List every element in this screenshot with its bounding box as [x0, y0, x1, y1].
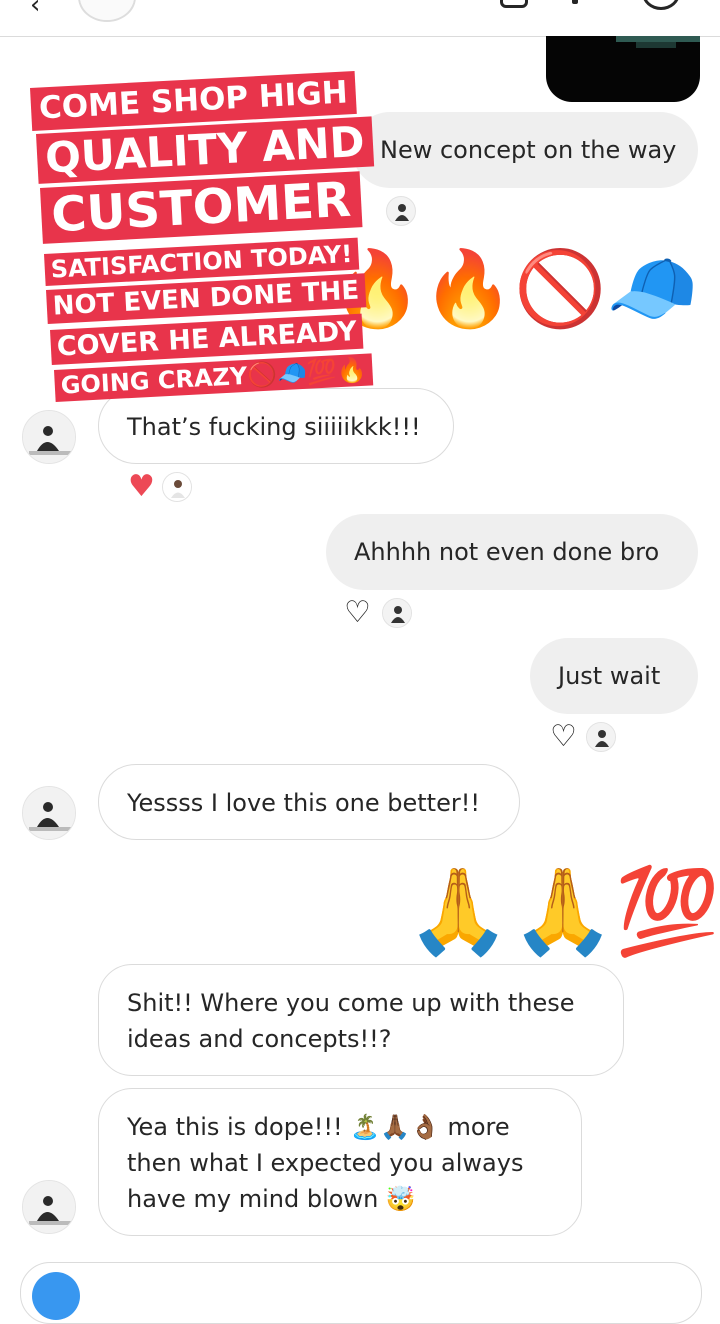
- reaction-avatar: [586, 722, 616, 752]
- message-text: New concept on the way: [380, 136, 677, 164]
- message-text: Ahhhh not even done bro: [354, 538, 660, 566]
- message-text: Yea this is dope!!! 🏝️🙏🏾👌🏾 more then wha…: [127, 1113, 524, 1213]
- message-bubble-sent[interactable]: Just wait: [530, 638, 698, 714]
- camera-icon[interactable]: [32, 1272, 80, 1320]
- message-text: Yessss I love this one better!!: [127, 789, 480, 817]
- avatar[interactable]: [22, 1180, 76, 1234]
- heart-liked-icon[interactable]: ♥: [128, 472, 155, 502]
- promo-sticker: COME SHOP HIGH QUALITY AND CUSTOMER SATI…: [28, 70, 400, 428]
- heart-outline-icon[interactable]: ♡: [550, 722, 577, 752]
- message-emoji-sent[interactable]: 🙏🙏💯: [406, 866, 720, 956]
- avatar[interactable]: [22, 786, 76, 840]
- reaction-avatar: [162, 472, 192, 502]
- message-bubble-sent[interactable]: Ahhhh not even done bro: [326, 514, 698, 590]
- reaction-avatar: [382, 598, 412, 628]
- message-composer[interactable]: [20, 1262, 702, 1324]
- shared-media-preview[interactable]: [546, 36, 700, 102]
- message-text: 🙏🙏💯: [406, 862, 720, 960]
- message-bubble-received[interactable]: Shit!! Where you come up with these idea…: [98, 964, 624, 1076]
- message-bubble-received[interactable]: Yea this is dope!!! 🏝️🙏🏾👌🏾 more then wha…: [98, 1088, 582, 1236]
- heart-outline-icon[interactable]: ♡: [344, 598, 371, 628]
- info-icon[interactable]: [572, 0, 578, 4]
- message-text: Just wait: [558, 662, 661, 690]
- promo-line: CUSTOMER: [40, 171, 363, 244]
- message-bubble-received[interactable]: Yessss I love this one better!!: [98, 764, 520, 840]
- message-bubble-sent[interactable]: New concept on the way: [352, 112, 698, 188]
- message-text: Shit!! Where you come up with these idea…: [127, 989, 575, 1053]
- video-call-icon[interactable]: [500, 0, 528, 8]
- chevron-left-icon[interactable]: ‹: [30, 0, 40, 20]
